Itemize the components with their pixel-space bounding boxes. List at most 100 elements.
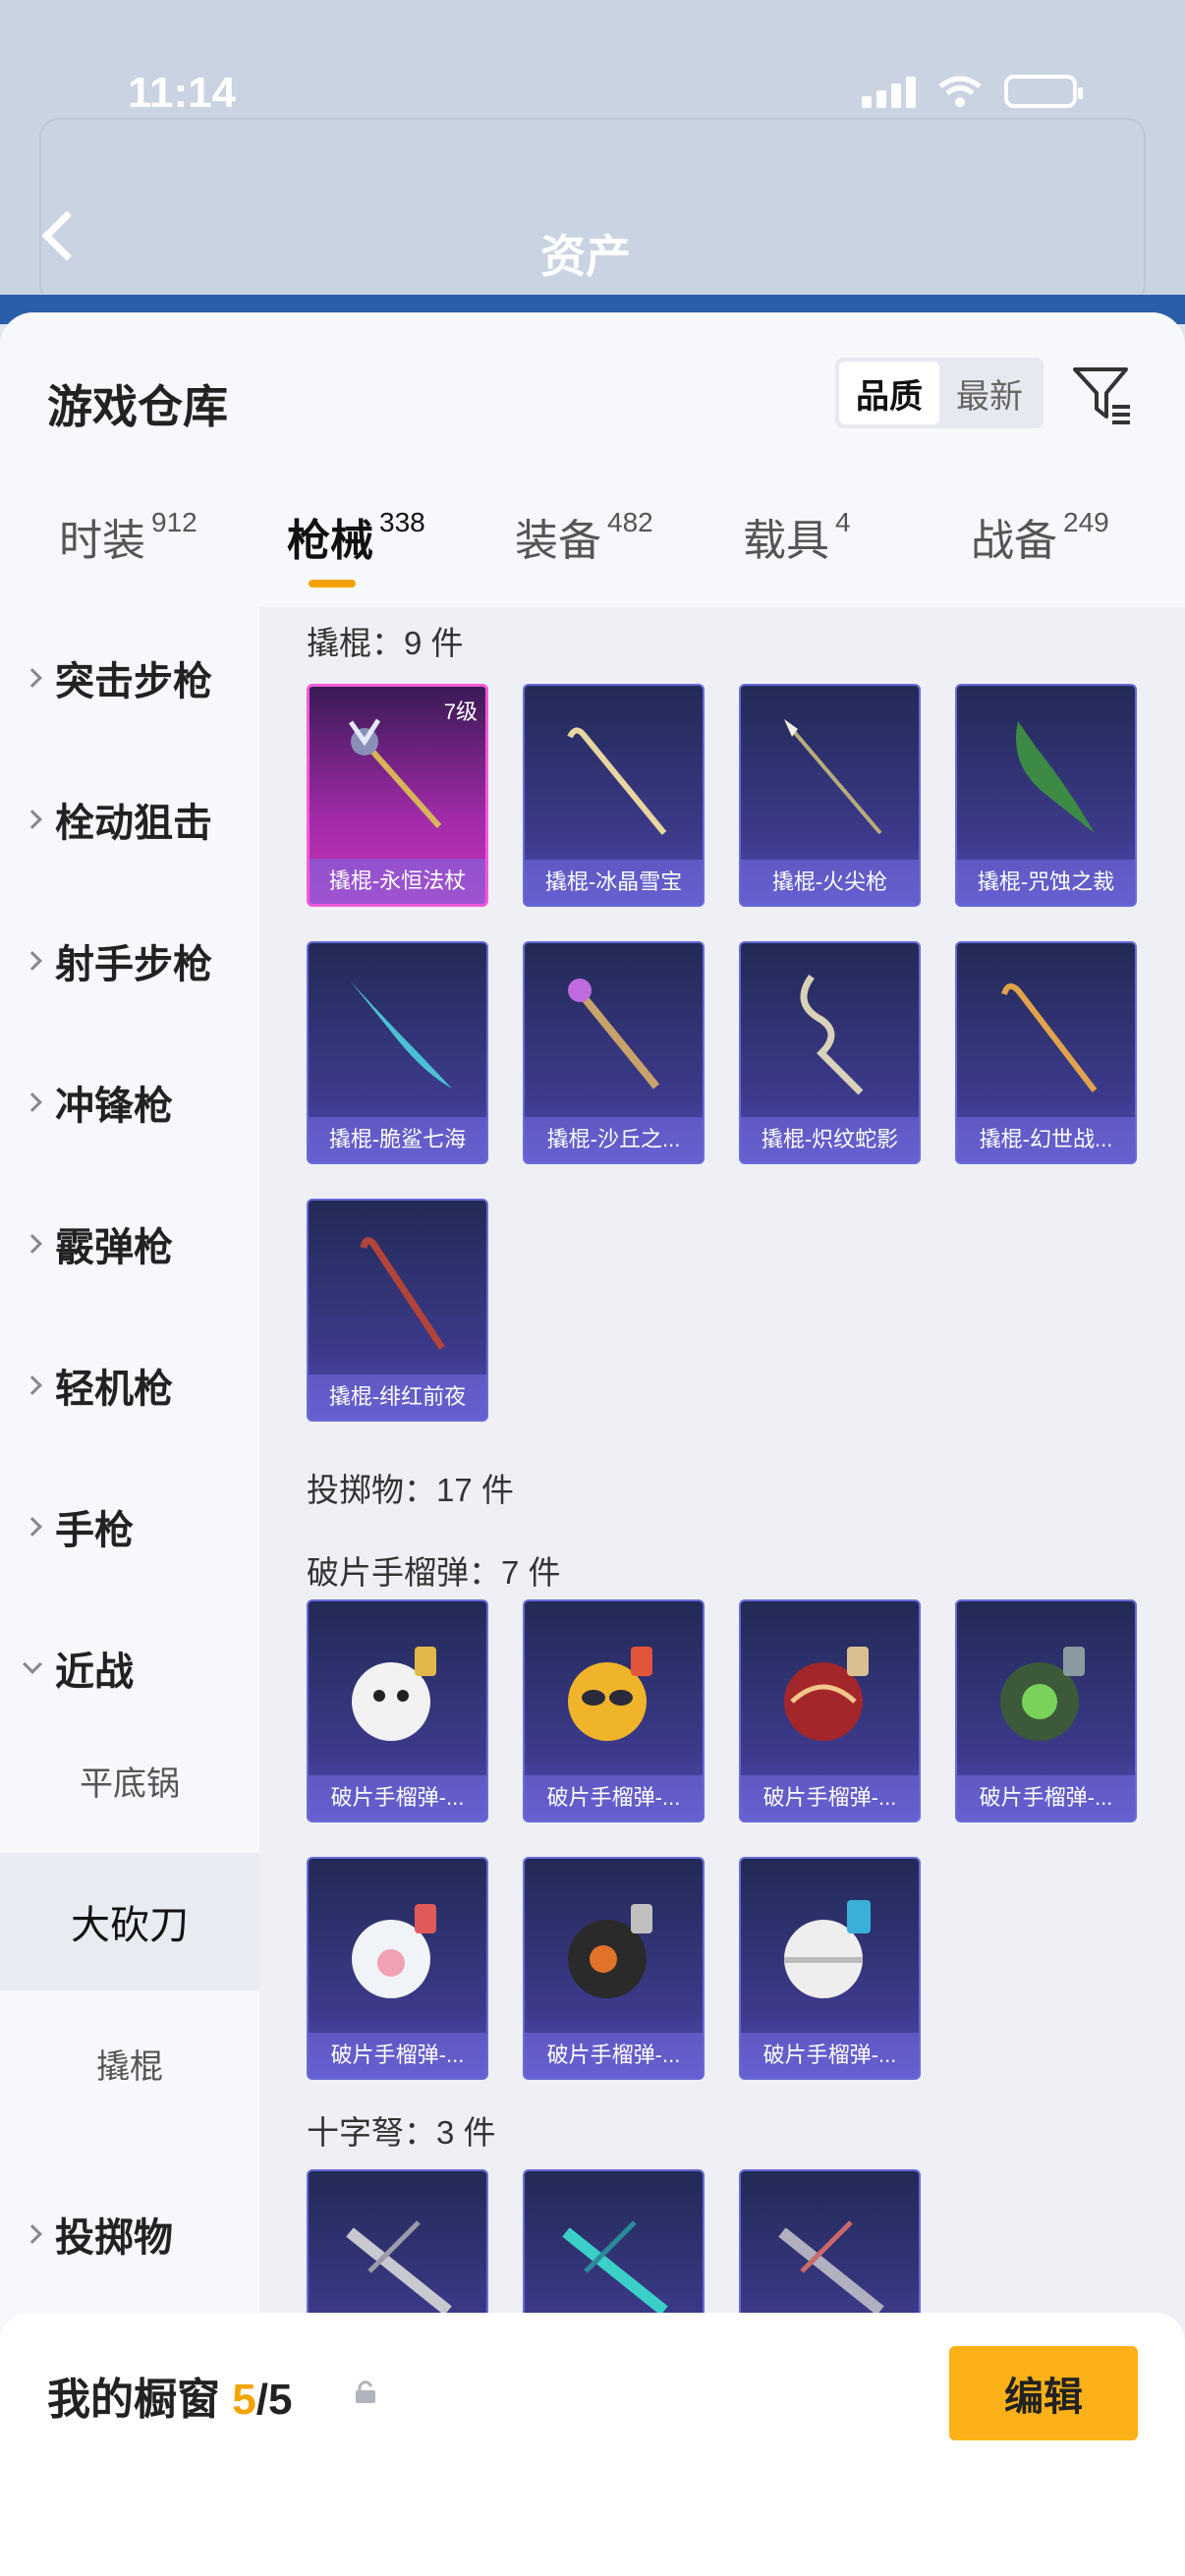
staff-weapon-icon (348, 718, 442, 828)
section-title-frag-grenade: 破片手榴弹：7 件 (307, 1554, 561, 1591)
item-card[interactable]: 撬棍-冰晶雪宝 (523, 684, 705, 907)
category-tabs: 时装 912 枪械 338 装备 482 载具 4 战备 249 (0, 505, 1185, 603)
nav-throwables[interactable]: 投掷物 (0, 2185, 259, 2283)
crowbar-icon (567, 727, 667, 835)
sort-quality-option[interactable]: 品质 (839, 362, 939, 424)
sheet-title: 游戏仓库 (47, 381, 228, 432)
tab-combat-gear[interactable]: 战备 249 (971, 505, 1109, 568)
chevron-right-icon (23, 668, 42, 688)
section-title-crossbow: 十字弩：3 件 (307, 2114, 496, 2151)
item-grid: 撬棍：9 件 7级 撬棍-永恒法杖 撬棍-冰晶雪宝 撬棍-火尖枪 撬棍-咒蚀之裁… (259, 607, 1185, 2313)
sort-latest-option[interactable]: 最新 (939, 362, 1040, 424)
nav-shotgun[interactable]: 霰弹枪 (0, 1195, 259, 1293)
item-name: 破片手榴弹-... (525, 1775, 703, 1820)
nav-lmg[interactable]: 轻机枪 (0, 1336, 259, 1434)
item-name: 破片手榴弹-... (309, 1775, 486, 1820)
nav-sub-frying-pan[interactable]: 平底锅 (0, 1711, 259, 1849)
item-card[interactable]: 破片手榴弹-... (523, 1599, 705, 1822)
crossbow-icon (562, 2220, 668, 2313)
item-card[interactable]: 撬棍-绯红前夜 (307, 1199, 488, 1422)
status-icons (862, 75, 1083, 108)
filter-icon[interactable] (1071, 364, 1134, 426)
item-card[interactable]: 撬棍-炽纹蛇影 (739, 941, 921, 1164)
tab-equipment[interactable]: 装备 482 (515, 505, 653, 568)
item-name: 撬棍-绯红前夜 (309, 1374, 486, 1420)
item-name: 撬棍-咒蚀之裁 (957, 860, 1135, 905)
item-card[interactable]: 撬棍-火尖枪 (739, 684, 921, 907)
item-name: 撬棍-炽纹蛇影 (741, 1117, 919, 1162)
nav-sub-machete[interactable]: 大砍刀 (0, 1853, 259, 1990)
chevron-right-icon (23, 1375, 42, 1395)
grenade-icon (784, 1647, 869, 1741)
grenade-icon (784, 1900, 871, 1998)
item-card[interactable]: 破片手榴弹-... (307, 1599, 488, 1822)
nav-pistol[interactable]: 手枪 (0, 1478, 259, 1576)
nav-melee[interactable]: 近战 (0, 1619, 259, 1717)
staff-weapon-icon (568, 979, 660, 1090)
item-card[interactable]: 破片手榴弹-... (739, 1857, 921, 2080)
active-tab-indicator (309, 580, 356, 588)
tab-fashion[interactable]: 时装 912 (59, 505, 198, 568)
grenade-icon (568, 1904, 652, 1998)
showcase-label: 我的橱窗 5/5 (47, 2376, 293, 2424)
item-name: 破片手榴弹-... (525, 2033, 703, 2078)
warehouse-sheet: 游戏仓库 品质 最新 时装 912 枪械 338 装备 482 载具 4 战备 249 突… (0, 312, 1185, 2576)
tab-firearms[interactable]: 枪械 338 (287, 505, 425, 568)
crossbow-icon (778, 2220, 884, 2313)
sheet-header: 游戏仓库 品质 最新 时装 912 枪械 338 装备 482 载具 4 战备 249 (0, 312, 1185, 607)
chevron-right-icon (23, 1234, 42, 1254)
wifi-icon (938, 76, 982, 107)
item-name: 撬棍-永恒法杖 (310, 859, 485, 904)
item-card[interactable]: 破片手榴弹-... (307, 1857, 488, 2080)
serpent-blade-icon (800, 974, 864, 1095)
grenade-icon (1000, 1647, 1085, 1741)
showcase-current-count: 5 (232, 2376, 256, 2424)
item-card[interactable]: 撬棍-咒蚀之裁 (955, 684, 1137, 907)
showcase-max-count: 5 (267, 2376, 293, 2424)
nav-marksman-rifle[interactable]: 射手步枪 (0, 912, 259, 1010)
item-name: 撬棍-幻世战... (957, 1117, 1135, 1162)
item-name: 破片手榴弹-... (741, 2033, 919, 2078)
item-card[interactable]: 7级 撬棍-永恒法杖 (307, 684, 488, 907)
chevron-right-icon (23, 951, 42, 971)
nav-assault-rifle[interactable]: 突击步枪 (0, 629, 259, 727)
status-time: 11:14 (128, 69, 237, 117)
background-page: 11:14 资产 (0, 0, 1185, 324)
grenade-icon (568, 1647, 652, 1741)
grenade-icon (352, 1647, 436, 1741)
item-name: 撬棍-沙丘之... (525, 1117, 703, 1162)
edit-button[interactable]: 编辑 (949, 2346, 1138, 2440)
spear-icon (784, 719, 882, 835)
sort-toggle: 品质 最新 (835, 358, 1044, 428)
item-card[interactable]: 撬棍-脆鲨七海 (307, 941, 488, 1164)
item-card[interactable]: 撬棍-幻世战... (955, 941, 1137, 1164)
item-name: 破片手榴弹-... (957, 1775, 1135, 1820)
showcase-bar: 我的橱窗 5/5 编辑 (0, 2313, 1185, 2576)
blade-icon (350, 980, 452, 1089)
signal-icon (862, 75, 916, 108)
grenade-icon (352, 1904, 436, 1998)
item-card[interactable]: 破片手榴弹-... (739, 1599, 921, 1822)
item-card[interactable] (307, 2169, 488, 2313)
nav-smg[interactable]: 冲锋枪 (0, 1053, 259, 1151)
chevron-right-icon (23, 1517, 42, 1537)
nav-sub-crowbar[interactable]: 撬棍 (0, 1994, 259, 2132)
item-card[interactable] (523, 2169, 705, 2313)
crossbow-icon (346, 2220, 452, 2313)
background-page-title: 资产 (540, 231, 631, 282)
item-name: 撬棍-冰晶雪宝 (525, 860, 703, 905)
chevron-right-icon (23, 2224, 42, 2244)
item-card[interactable]: 撬棍-沙丘之... (523, 941, 705, 1164)
item-card[interactable]: 破片手榴弹-... (955, 1599, 1137, 1822)
tab-vehicles[interactable]: 载具 4 (743, 505, 851, 568)
chevron-right-icon (23, 1092, 42, 1112)
section-title-crowbar: 撬棍：9 件 (307, 625, 464, 661)
chevron-down-icon (23, 1654, 42, 1674)
item-card[interactable]: 破片手榴弹-... (523, 1857, 705, 2080)
nav-bolt-sniper[interactable]: 栓动狙击 (0, 770, 259, 868)
weapon-category-nav: 突击步枪 栓动狙击 射手步枪 冲锋枪 霰弹枪 轻机枪 手枪 近战 平底锅 大砍刀… (0, 607, 259, 2576)
crowbar-icon (360, 1237, 445, 1350)
item-card[interactable] (739, 2169, 921, 2313)
lock-icon (356, 2380, 375, 2403)
item-name: 撬棍-火尖枪 (741, 860, 919, 905)
